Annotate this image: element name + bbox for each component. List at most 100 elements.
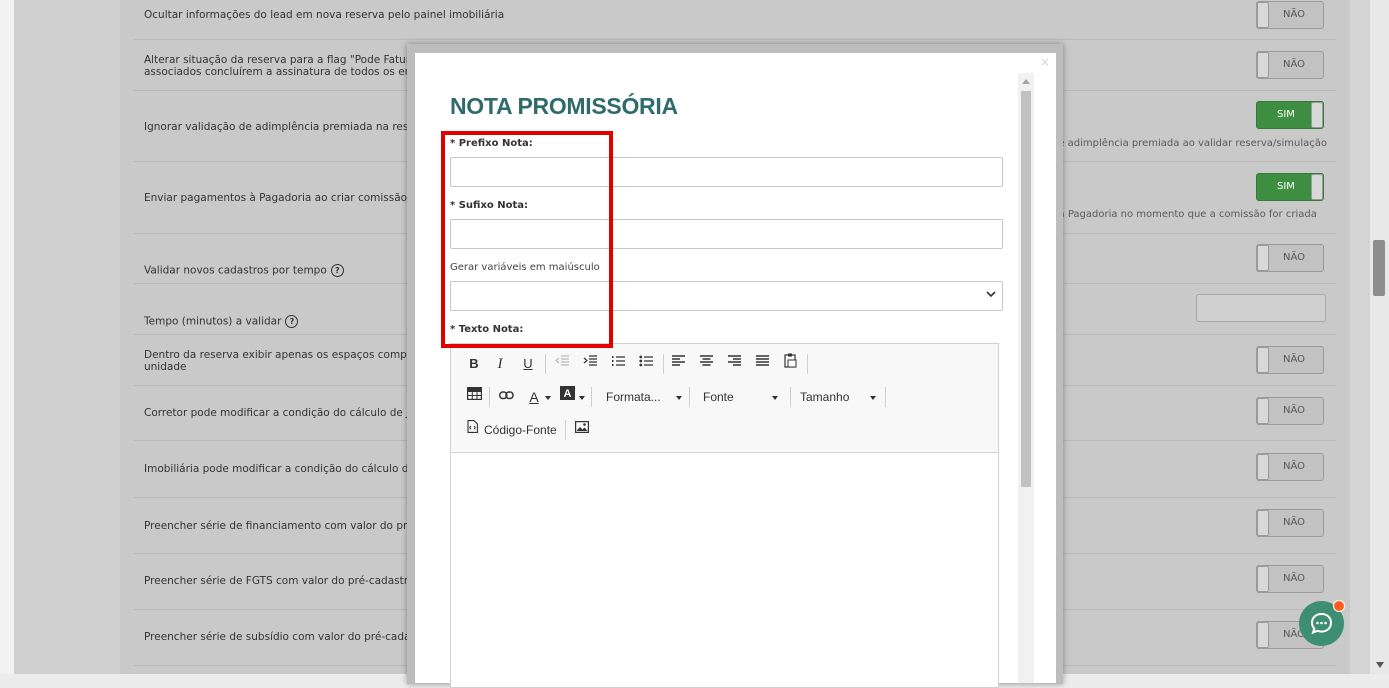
toolbar-separator bbox=[545, 354, 546, 374]
modal-scrollbar-thumb[interactable] bbox=[1021, 91, 1031, 487]
size-dropdown[interactable]: Tamanho bbox=[800, 386, 849, 408]
setting-label: Dentro da reserva exibir apenas os espaç… bbox=[144, 349, 433, 373]
setting-toggle[interactable]: NÃO bbox=[1256, 346, 1324, 374]
modal-title: NOTA PROMISSÓRIA bbox=[450, 93, 678, 119]
scroll-up-icon[interactable] bbox=[1022, 79, 1030, 84]
setting-label: Preencher série de subsídio com valor do… bbox=[144, 631, 431, 643]
setting-toggle[interactable]: NÃO bbox=[1256, 397, 1324, 425]
setting-label: Ignorar validação de adimplência premiad… bbox=[144, 121, 432, 133]
setting-toggle[interactable]: SIM bbox=[1256, 101, 1324, 129]
align-left-icon[interactable] bbox=[669, 353, 687, 375]
toolbar-separator bbox=[885, 387, 886, 407]
bullet-list-icon[interactable] bbox=[637, 353, 655, 375]
background-color-icon[interactable]: A bbox=[559, 386, 575, 408]
setting-hint: os à Pagadoria no momento que a comissão… bbox=[1044, 209, 1317, 220]
toolbar-separator bbox=[489, 387, 490, 407]
highlight-annotation bbox=[441, 131, 613, 348]
toggle-label: NÃO bbox=[1283, 252, 1306, 263]
outdent-icon[interactable] bbox=[553, 353, 571, 375]
toolbar-separator bbox=[663, 354, 664, 374]
question-circle-icon[interactable]: ? bbox=[330, 264, 344, 277]
notification-badge bbox=[1333, 600, 1345, 612]
page-right-margin bbox=[1350, 0, 1370, 674]
toggle-label: SIM bbox=[1277, 181, 1295, 192]
setting-toggle[interactable]: NÃO bbox=[1256, 565, 1324, 593]
question-circle-icon[interactable]: ? bbox=[285, 315, 299, 328]
size-caret-icon[interactable] bbox=[870, 396, 876, 400]
setting-label: Preencher série de financiamento com val… bbox=[144, 520, 430, 532]
toggle-label: NÃO bbox=[1283, 59, 1306, 70]
setting-toggle[interactable]: NÃO bbox=[1256, 1, 1324, 29]
modal-scrollbar[interactable] bbox=[1018, 73, 1034, 683]
toggle-label: NÃO bbox=[1283, 354, 1306, 365]
toolbar-separator bbox=[689, 387, 690, 407]
setting-label-text: Validar novos cadastros por tempo bbox=[144, 264, 327, 277]
underline-icon[interactable]: U bbox=[519, 353, 537, 375]
setting-label: Tempo (minutos) a validar? bbox=[144, 303, 299, 328]
toggle-knob bbox=[1311, 174, 1323, 200]
toggle-knob bbox=[1257, 347, 1269, 373]
font-caret-icon[interactable] bbox=[772, 396, 778, 400]
font-dropdown[interactable]: Fonte bbox=[703, 386, 734, 408]
toggle-label: NÃO bbox=[1283, 461, 1306, 472]
editor-toolbar: B I U A A Formata... Fonte Tamanho Códig… bbox=[451, 344, 998, 453]
toggle-label: NÃO bbox=[1283, 405, 1306, 416]
page-scrollbar-thumb[interactable] bbox=[1373, 240, 1385, 296]
toolbar-separator bbox=[807, 354, 808, 374]
page-left-strip bbox=[0, 0, 14, 674]
close-icon[interactable]: × bbox=[1040, 55, 1050, 69]
link-icon[interactable] bbox=[497, 386, 515, 408]
align-right-icon[interactable] bbox=[725, 353, 743, 375]
page-scrollbar[interactable] bbox=[1370, 0, 1389, 674]
setting-toggle[interactable]: NÃO bbox=[1256, 453, 1324, 481]
justify-icon[interactable] bbox=[753, 353, 771, 375]
setting-hint: de adimplência premiada ao validar reser… bbox=[1052, 138, 1328, 149]
table-icon[interactable] bbox=[465, 386, 483, 408]
setting-toggle[interactable]: NÃO bbox=[1256, 509, 1324, 537]
format-caret-icon[interactable] bbox=[676, 396, 682, 400]
chevron-down-icon bbox=[986, 289, 996, 302]
align-center-icon[interactable] bbox=[697, 353, 715, 375]
setting-toggle[interactable]: SIM bbox=[1256, 173, 1324, 201]
toolbar-separator bbox=[565, 420, 566, 440]
toggle-knob bbox=[1257, 245, 1269, 271]
text-color-icon[interactable]: A bbox=[525, 386, 543, 408]
setting-toggle[interactable]: NÃO bbox=[1256, 51, 1324, 79]
setting-row: Ocultar informações do lead em nova rese… bbox=[134, 0, 1336, 40]
indent-icon[interactable] bbox=[581, 353, 599, 375]
toggle-knob bbox=[1257, 454, 1269, 480]
toggle-knob bbox=[1257, 566, 1269, 592]
source-code-icon[interactable] bbox=[465, 419, 479, 441]
rich-text-editor: B I U A A Formata... Fonte Tamanho Códig… bbox=[450, 343, 999, 688]
image-icon[interactable] bbox=[573, 419, 591, 441]
source-code-button[interactable]: Código-Fonte bbox=[484, 419, 557, 441]
setting-label: Corretor pode modificar a condição do cá… bbox=[144, 407, 427, 419]
toggle-knob bbox=[1257, 398, 1269, 424]
format-dropdown[interactable]: Formata... bbox=[606, 386, 661, 408]
editor-content-area[interactable] bbox=[451, 453, 998, 687]
page-left-margin bbox=[0, 0, 120, 674]
toggle-knob bbox=[1311, 102, 1323, 128]
setting-label: Alterar situação da reserva para a flag … bbox=[144, 54, 427, 78]
italic-icon[interactable]: I bbox=[491, 353, 509, 375]
setting-label: Preencher série de FGTS com valor do pré… bbox=[144, 575, 415, 587]
toggle-knob bbox=[1257, 2, 1269, 28]
toolbar-separator bbox=[790, 387, 791, 407]
text-color-caret-icon[interactable] bbox=[545, 396, 551, 400]
setting-toggle[interactable]: NÃO bbox=[1256, 244, 1324, 272]
minutes-input[interactable] bbox=[1196, 294, 1326, 322]
toggle-label: SIM bbox=[1277, 109, 1295, 120]
toggle-knob bbox=[1257, 622, 1269, 648]
paste-word-icon[interactable] bbox=[781, 353, 799, 375]
setting-label: Ocultar informações do lead em nova rese… bbox=[144, 9, 505, 21]
page-scroll-down-icon[interactable] bbox=[1376, 662, 1384, 668]
numbered-list-icon[interactable] bbox=[609, 353, 627, 375]
toggle-label: NÃO bbox=[1283, 517, 1306, 528]
toggle-label: NÃO bbox=[1283, 9, 1306, 20]
setting-label: Validar novos cadastros por tempo? bbox=[144, 252, 344, 277]
bold-icon[interactable]: B bbox=[465, 353, 483, 375]
background-color-caret-icon[interactable] bbox=[579, 396, 585, 400]
toggle-knob bbox=[1257, 510, 1269, 536]
setting-label: Imobiliária pode modificar a condição do… bbox=[144, 463, 428, 475]
setting-label: Enviar pagamentos à Pagadoria ao criar c… bbox=[144, 192, 408, 204]
